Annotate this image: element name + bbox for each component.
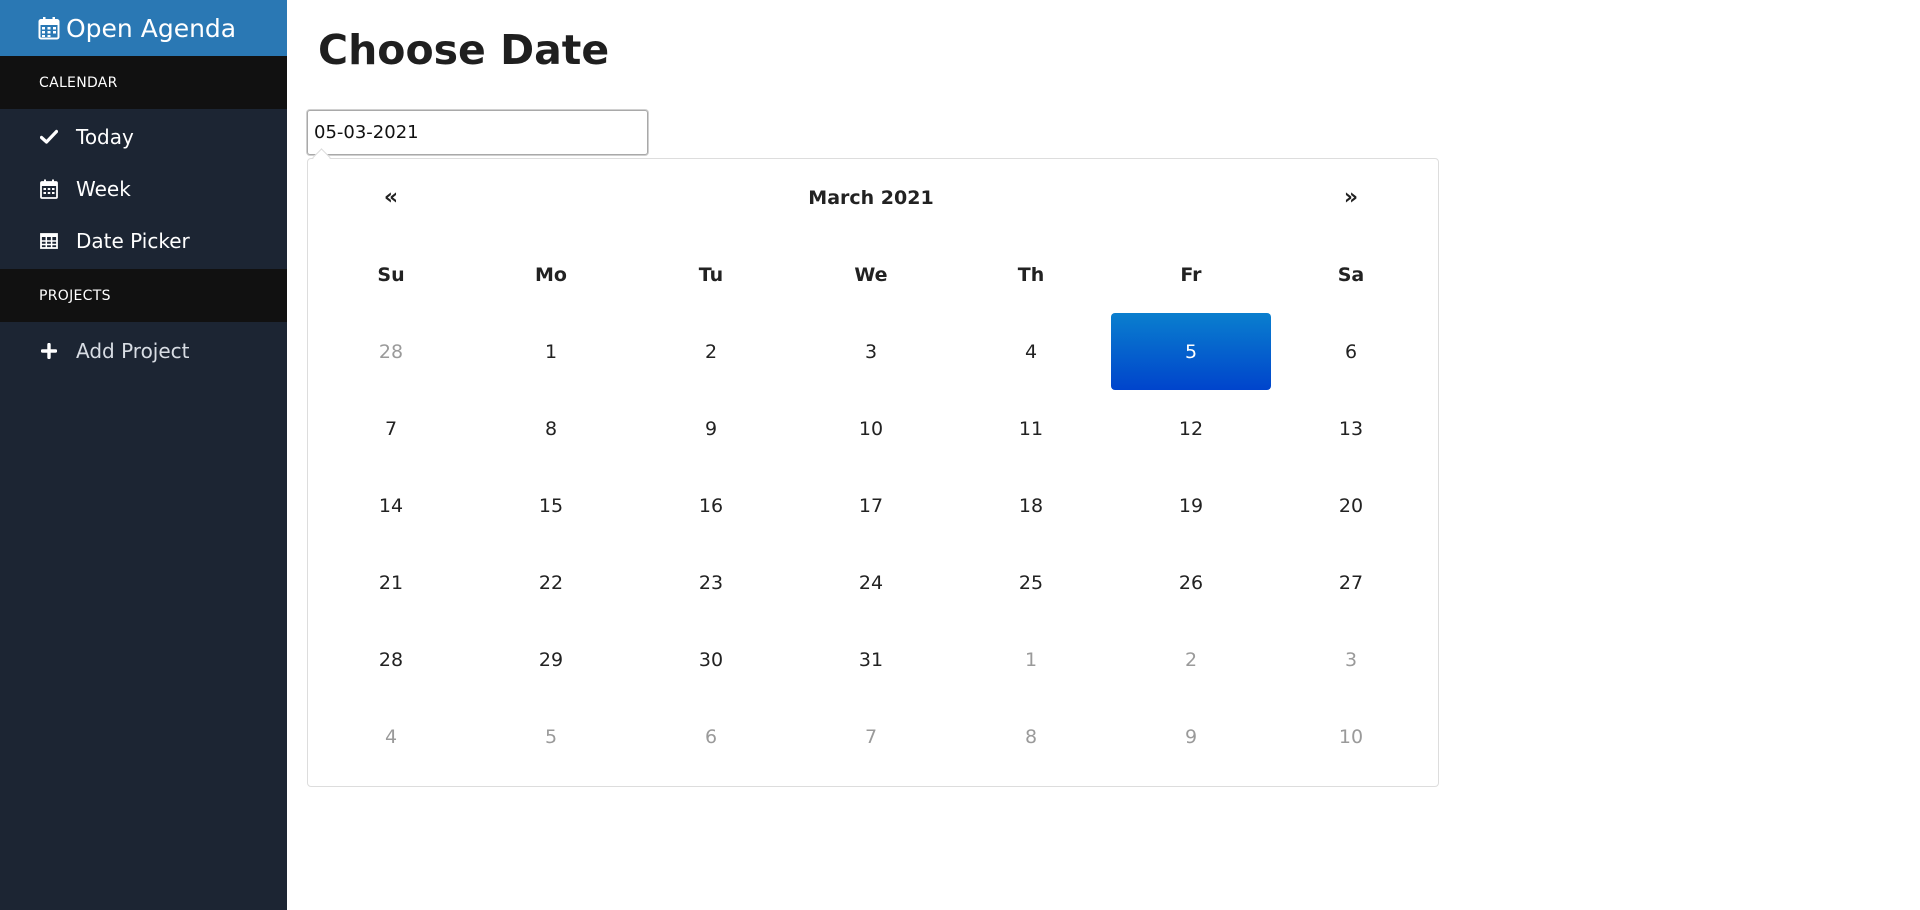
day-cell[interactable]: 3 — [791, 313, 951, 390]
page-title: Choose Date — [318, 26, 610, 74]
section-header-projects: PROJECTS — [0, 269, 287, 322]
sidebar-item-date-picker[interactable]: Date Picker — [0, 215, 287, 267]
sidebar: Open Agenda CALENDAR Today Week Date Pic… — [0, 0, 287, 910]
check-icon — [39, 127, 59, 147]
next-month-button[interactable]: » — [1271, 159, 1431, 236]
selected-day-cell[interactable]: 5 — [1111, 313, 1271, 390]
day-cell[interactable]: 16 — [631, 467, 791, 544]
day-cell[interactable]: 5 — [471, 698, 631, 775]
table-icon — [39, 231, 59, 251]
day-cell[interactable]: 28 — [311, 313, 471, 390]
plus-icon — [39, 341, 59, 361]
day-cell[interactable]: 28 — [311, 621, 471, 698]
sidebar-item-label: Today — [76, 125, 134, 149]
day-cell[interactable]: 30 — [631, 621, 791, 698]
day-cell[interactable]: 2 — [1111, 621, 1271, 698]
day-cell[interactable]: 2 — [631, 313, 791, 390]
section-header-calendar: CALENDAR — [0, 56, 287, 109]
calendar-nav: Today Week Date Picker — [0, 109, 287, 269]
sidebar-item-week[interactable]: Week — [0, 163, 287, 215]
sidebar-item-label: Date Picker — [76, 229, 190, 253]
day-cell[interactable]: 7 — [311, 390, 471, 467]
calendar-icon — [39, 179, 59, 199]
day-cell[interactable]: 25 — [951, 544, 1111, 621]
day-cell[interactable]: 1 — [471, 313, 631, 390]
sidebar-item-label: Week — [76, 177, 131, 201]
day-cell[interactable]: 20 — [1271, 467, 1431, 544]
weekday-header: Tu — [698, 263, 724, 286]
day-cell[interactable]: 12 — [1111, 390, 1271, 467]
day-cell[interactable]: 13 — [1271, 390, 1431, 467]
weekday-header: Th — [1017, 263, 1045, 286]
day-cell[interactable]: 10 — [1271, 698, 1431, 775]
brand-title: Open Agenda — [66, 13, 237, 43]
calendar-icon — [38, 17, 60, 40]
prev-month-button[interactable]: « — [311, 159, 471, 236]
day-cell[interactable]: 14 — [311, 467, 471, 544]
datepicker-grid: « March 2021 » Su Mo Tu We Th Fr Sa 28 1 2 3 4 5 6 7 8 9… — [311, 159, 1431, 775]
day-cell[interactable]: 24 — [791, 544, 951, 621]
projects-nav: Add Project — [0, 322, 287, 377]
day-cell[interactable]: 27 — [1271, 544, 1431, 621]
day-cell[interactable]: 9 — [631, 390, 791, 467]
day-cell[interactable]: 4 — [951, 313, 1111, 390]
day-cell[interactable]: 26 — [1111, 544, 1271, 621]
day-cell[interactable]: 11 — [951, 390, 1111, 467]
sidebar-item-today[interactable]: Today — [0, 111, 287, 163]
day-cell[interactable]: 19 — [1111, 467, 1271, 544]
day-cell[interactable]: 21 — [311, 544, 471, 621]
day-cell[interactable]: 8 — [471, 390, 631, 467]
day-cell[interactable]: 10 — [791, 390, 951, 467]
month-switch[interactable]: March 2021 — [471, 159, 1271, 236]
sidebar-item-label: Add Project — [76, 339, 190, 363]
day-cell[interactable]: 31 — [791, 621, 951, 698]
day-cell[interactable]: 6 — [1271, 313, 1431, 390]
day-cell[interactable]: 17 — [791, 467, 951, 544]
day-cell[interactable]: 18 — [951, 467, 1111, 544]
weekday-header: Fr — [1180, 263, 1202, 286]
day-cell[interactable]: 15 — [471, 467, 631, 544]
weekday-header: Mo — [535, 263, 567, 286]
day-cell[interactable]: 4 — [311, 698, 471, 775]
day-cell[interactable]: 22 — [471, 544, 631, 621]
day-cell[interactable]: 29 — [471, 621, 631, 698]
day-cell[interactable]: 8 — [951, 698, 1111, 775]
day-cell[interactable]: 7 — [791, 698, 951, 775]
weekday-header: Su — [377, 263, 405, 286]
weekday-header: We — [854, 263, 888, 286]
day-cell[interactable]: 1 — [951, 621, 1111, 698]
day-cell[interactable]: 23 — [631, 544, 791, 621]
day-cell[interactable]: 6 — [631, 698, 791, 775]
weekday-header: Sa — [1337, 263, 1365, 286]
day-cell[interactable]: 9 — [1111, 698, 1271, 775]
sidebar-item-add-project[interactable]: Add Project — [0, 325, 287, 377]
datepicker-popup: « March 2021 » Su Mo Tu We Th Fr Sa 28 1 2 3 4 5 6 7 8 9… — [307, 158, 1439, 787]
main-content: Choose Date « March 2021 » Su Mo Tu We Th Fr S… — [287, 0, 1920, 910]
brand-link[interactable]: Open Agenda — [0, 0, 287, 56]
date-input[interactable] — [307, 110, 648, 155]
day-cell[interactable]: 3 — [1271, 621, 1431, 698]
